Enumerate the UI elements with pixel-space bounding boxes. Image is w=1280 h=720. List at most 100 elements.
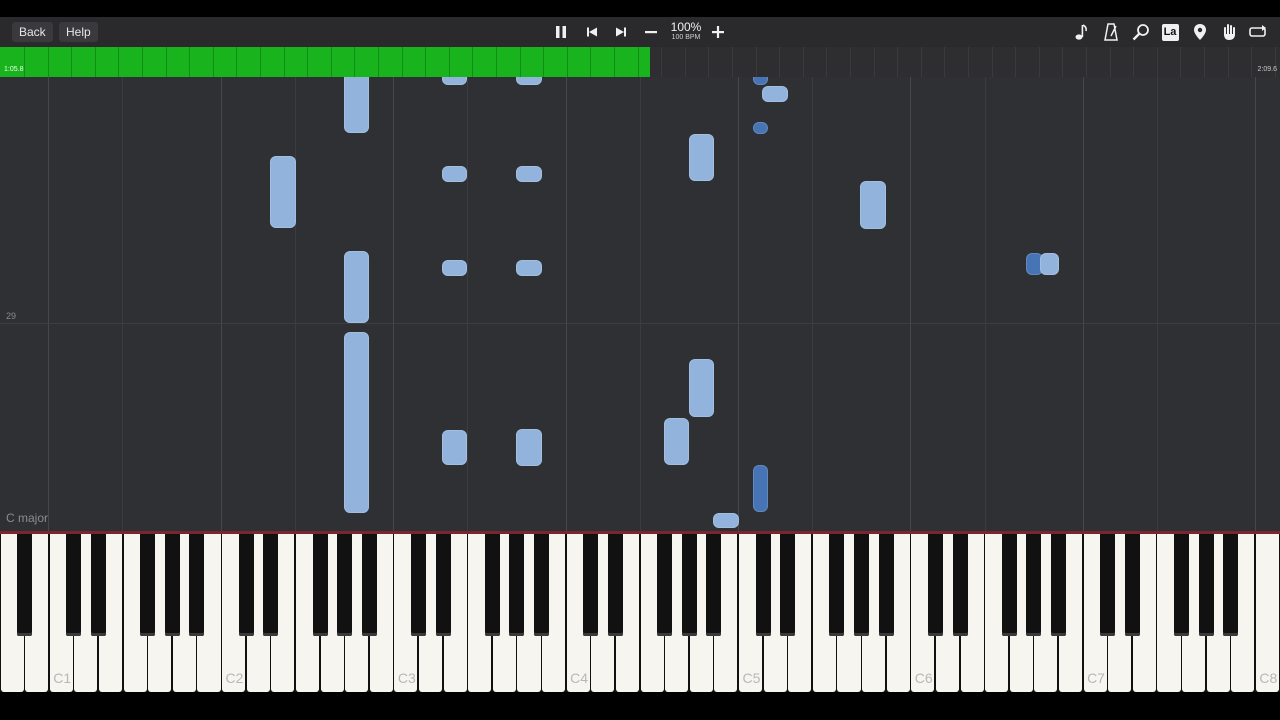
black-key[interactable]: [952, 534, 968, 636]
timeline-tick: [803, 47, 804, 77]
timeline-tick: [567, 47, 568, 77]
black-key[interactable]: [1198, 534, 1214, 636]
black-key[interactable]: [361, 534, 377, 636]
black-key[interactable]: [829, 534, 845, 636]
marker-button[interactable]: [1190, 22, 1210, 42]
key-signature: C major: [6, 511, 49, 525]
tempo-display: 100% 100 BPM: [666, 21, 706, 42]
black-key[interactable]: [17, 534, 33, 636]
timeline-tick: [354, 47, 355, 77]
black-key[interactable]: [140, 534, 156, 636]
black-key[interactable]: [66, 534, 82, 636]
timeline-tick: [189, 47, 190, 77]
falling-note: [516, 166, 542, 182]
black-key[interactable]: [1223, 534, 1239, 636]
black-key[interactable]: [189, 534, 205, 636]
black-key[interactable]: [657, 534, 673, 636]
timeline-tick: [921, 47, 922, 77]
black-key[interactable]: [583, 534, 599, 636]
falling-note: [516, 260, 542, 276]
grid-line: [48, 77, 49, 531]
falling-note: [762, 86, 788, 102]
black-key[interactable]: [534, 534, 550, 636]
grid-line: [1255, 77, 1256, 531]
back-button[interactable]: Back: [12, 22, 53, 42]
timeline-tick: [968, 47, 969, 77]
black-key[interactable]: [780, 534, 796, 636]
black-key[interactable]: [681, 534, 697, 636]
black-key[interactable]: [854, 534, 870, 636]
grid-line: [640, 77, 641, 531]
black-key[interactable]: [607, 534, 623, 636]
black-key[interactable]: [1050, 534, 1066, 636]
octave-label: C5: [742, 670, 761, 686]
black-key[interactable]: [1124, 534, 1140, 636]
timeline-tick: [685, 47, 686, 77]
black-key[interactable]: [435, 534, 451, 636]
black-key[interactable]: [238, 534, 254, 636]
tempo-up-button[interactable]: [708, 22, 728, 42]
pin-icon: [1194, 24, 1206, 40]
timeline-tick: [260, 47, 261, 77]
grid-line: [467, 77, 468, 531]
black-key[interactable]: [1001, 534, 1017, 636]
skip-back-button[interactable]: [582, 22, 602, 42]
loop-button[interactable]: [1248, 22, 1268, 42]
timeline-tick: [779, 47, 780, 77]
black-key[interactable]: [484, 534, 500, 636]
black-key[interactable]: [1100, 534, 1116, 636]
timeline-tick: [378, 47, 379, 77]
piano-roll[interactable]: 29 C major: [0, 77, 1280, 531]
octave-label: C2: [225, 670, 244, 686]
black-key[interactable]: [927, 534, 943, 636]
timeline-tick: [590, 47, 591, 77]
black-key[interactable]: [706, 534, 722, 636]
timeline-scrubber[interactable]: 1:05.8 2:09.6: [0, 47, 1280, 77]
black-key[interactable]: [410, 534, 426, 636]
timeline-tick: [425, 47, 426, 77]
falling-note: [689, 134, 714, 181]
hand-button[interactable]: [1219, 22, 1239, 42]
falling-note: [1040, 253, 1059, 275]
timeline-tick: [496, 47, 497, 77]
timeline-tick: [638, 47, 639, 77]
bottom-bar: [0, 692, 1280, 720]
timeline-tick: [472, 47, 473, 77]
pause-button[interactable]: [551, 22, 571, 42]
label-button[interactable]: La: [1160, 22, 1180, 42]
piano-keyboard[interactable]: C1 C2 C3 C4 C5 C6 C7 C8: [0, 531, 1280, 695]
timeline-tick: [661, 47, 662, 77]
timeline-tick: [1204, 47, 1205, 77]
falling-note: [344, 332, 369, 513]
tempo-down-button[interactable]: [641, 22, 661, 42]
timeline-tick: [95, 47, 96, 77]
black-key[interactable]: [164, 534, 180, 636]
measure-line: [0, 323, 1280, 324]
skip-forward-icon: [616, 27, 626, 37]
black-key[interactable]: [312, 534, 328, 636]
timeline-tick: [236, 47, 237, 77]
black-key[interactable]: [90, 534, 106, 636]
zoom-button[interactable]: [1131, 22, 1151, 42]
skip-forward-button[interactable]: [611, 22, 631, 42]
falling-note: [753, 77, 768, 85]
help-button[interactable]: Help: [59, 22, 98, 42]
black-key[interactable]: [263, 534, 279, 636]
timeline-progress: [0, 47, 650, 77]
black-key[interactable]: [1174, 534, 1190, 636]
timeline-tick: [307, 47, 308, 77]
note-button[interactable]: [1072, 22, 1092, 42]
timeline-tick: [1133, 47, 1134, 77]
falling-note: [860, 181, 886, 229]
black-key[interactable]: [878, 534, 894, 636]
metronome-button[interactable]: [1101, 22, 1121, 42]
white-key[interactable]: [1255, 534, 1279, 692]
grid-line: [221, 77, 222, 531]
zoom-icon: [1132, 24, 1149, 41]
black-key[interactable]: [755, 534, 771, 636]
black-key[interactable]: [1026, 534, 1042, 636]
grid-line: [122, 77, 123, 531]
black-key[interactable]: [509, 534, 525, 636]
black-key[interactable]: [337, 534, 353, 636]
timeline-tick: [992, 47, 993, 77]
